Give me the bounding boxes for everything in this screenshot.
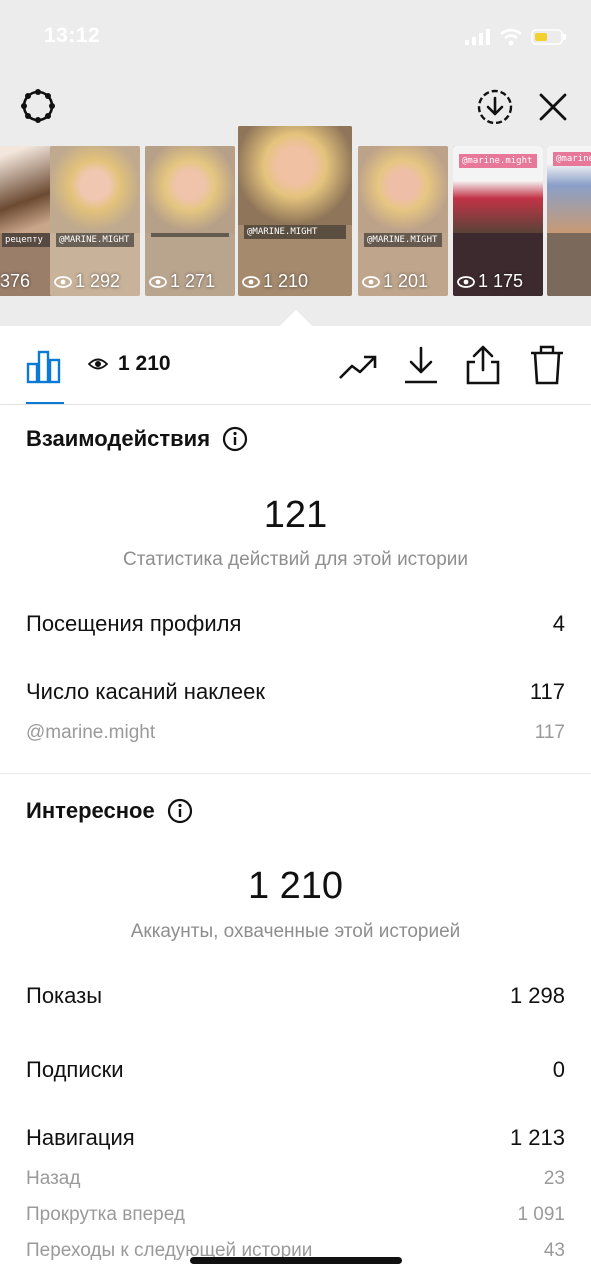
status-time: 13:12 — [44, 24, 101, 47]
eye-icon — [457, 275, 475, 288]
story-thumbnail[interactable]: 1 271 — [145, 146, 235, 296]
home-indicator[interactable] — [190, 1257, 402, 1264]
trending-icon[interactable] — [338, 352, 378, 382]
stat-subrow-forward: Прокрутка вперед 1 091 — [26, 1204, 565, 1225]
status-bar: 13:12 — [0, 0, 591, 72]
view-count: 1 175 — [457, 271, 523, 292]
story-thumbnail-strip[interactable]: рецепту 376 @MARINE.MIGHT 1 292 1 271 @M… — [0, 120, 591, 310]
story-thumbnail[interactable]: @marine.might — [547, 146, 591, 296]
stat-row-navigation: Навигация 1 213 — [26, 1125, 565, 1150]
active-tab-indicator — [26, 402, 64, 404]
story-toolbar: 1 210 — [0, 326, 591, 405]
stat-subrow-back: Назад 23 — [26, 1168, 565, 1189]
stat-row-impressions: Показы 1 298 — [26, 983, 565, 1008]
wifi-icon — [500, 28, 522, 46]
view-count: 1 201 — [362, 271, 428, 292]
download-icon[interactable] — [402, 346, 440, 386]
view-count: 1 210 — [242, 271, 308, 292]
toolbar-view-count[interactable]: 1 210 — [88, 352, 171, 376]
discovery-total: 1 210 — [247, 865, 344, 907]
stat-row-profile-visits: Посещения профиля 4 — [26, 611, 565, 636]
share-icon[interactable] — [464, 344, 502, 386]
story-thumbnail[interactable]: @marine.might 1 175 — [453, 146, 543, 296]
eye-icon — [54, 275, 72, 288]
story-thumbnail[interactable]: @MARINE.MIGHT 1 201 — [358, 146, 448, 296]
signal-icon — [465, 29, 490, 45]
close-icon[interactable] — [536, 90, 570, 124]
insights-bar-chart-icon[interactable] — [26, 348, 62, 384]
view-count: 376 — [0, 271, 31, 291]
stat-row-follows: Подписки 0 — [26, 1057, 565, 1082]
stat-subrow-sticker-mention: @marine.might 117 — [26, 722, 565, 743]
view-count: 1 292 — [54, 271, 120, 292]
story-thumbnail[interactable]: @MARINE.MIGHT 1 292 — [50, 146, 140, 296]
interactions-total: 121 — [263, 494, 328, 536]
interactions-subtitle: Статистика действий для этой истории — [122, 549, 469, 570]
battery-icon — [531, 29, 566, 45]
eye-icon — [242, 275, 260, 288]
view-count: 1 271 — [149, 271, 215, 292]
stat-row-sticker-taps: Число касаний наклеек 117 — [26, 679, 565, 704]
discovery-subtitle: Аккаунты, охваченные этой историей — [130, 921, 461, 942]
interactions-section-title: Взаимодействия — [26, 426, 248, 452]
section-divider — [0, 773, 591, 774]
trash-icon[interactable] — [528, 344, 566, 386]
status-icons — [465, 26, 567, 48]
eye-icon — [362, 275, 380, 288]
eye-icon — [88, 358, 108, 370]
story-thumbnail-selected[interactable]: @MARINE.MIGHT 1 210 — [238, 126, 352, 296]
eye-icon — [149, 275, 167, 288]
info-icon[interactable] — [167, 798, 193, 824]
selected-story-pointer — [280, 310, 312, 326]
discovery-section-title: Интересное — [26, 798, 193, 824]
info-icon[interactable] — [222, 426, 248, 452]
